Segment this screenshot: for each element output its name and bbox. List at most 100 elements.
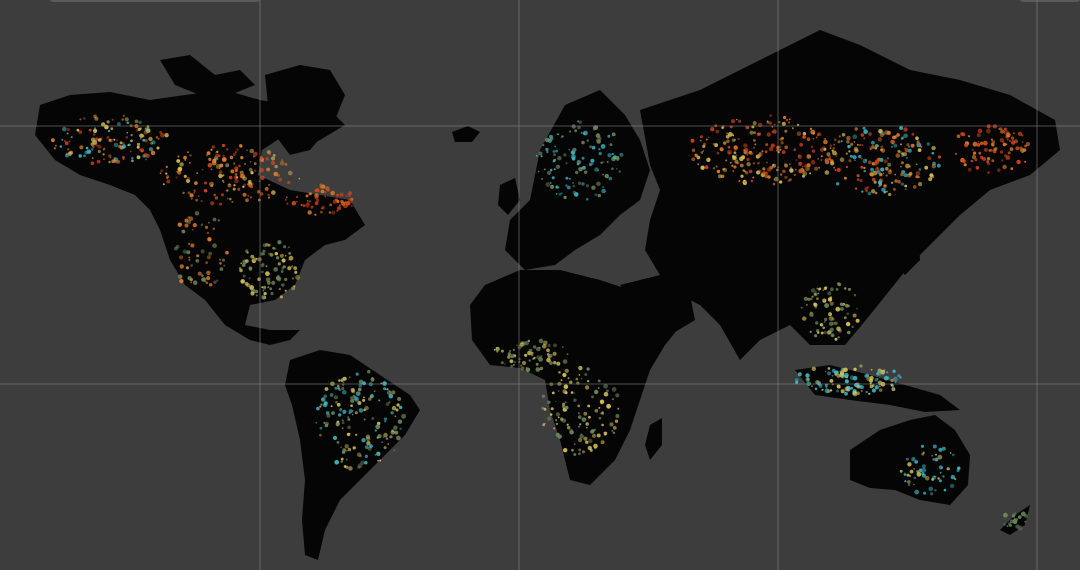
- forest-change-pixel: [535, 362, 539, 366]
- forest-change-pixel: [609, 143, 613, 147]
- forest-change-pixel: [892, 369, 896, 373]
- forest-change-pixel: [554, 145, 556, 148]
- forest-change-pixel: [267, 193, 271, 197]
- forest-change-pixel: [834, 337, 838, 341]
- forest-change-pixel: [384, 420, 387, 423]
- forest-change-pixel: [215, 151, 217, 154]
- forest-change-pixel: [255, 258, 258, 260]
- forest-change-pixel: [817, 157, 820, 160]
- forest-change-pixel: [586, 427, 588, 429]
- forest-change-pixel: [868, 392, 871, 395]
- forest-change-pixel: [904, 148, 907, 150]
- forest-change-pixel: [721, 126, 724, 130]
- forest-change-pixel: [733, 151, 737, 155]
- forest-change-pixel: [853, 141, 856, 143]
- forest-change-pixel: [571, 448, 574, 452]
- forest-change-pixel: [924, 475, 930, 481]
- forest-change-pixel: [222, 154, 225, 158]
- forest-change-pixel: [934, 457, 939, 462]
- forest-change-pixel: [851, 325, 854, 329]
- forest-change-pixel: [1015, 524, 1020, 529]
- forest-change-pixel: [740, 174, 744, 178]
- forest-change-pixel: [897, 374, 901, 378]
- forest-change-pixel: [587, 423, 590, 426]
- forest-change-pixel: [886, 371, 889, 374]
- forest-change-pixel: [331, 411, 335, 415]
- forest-change-pixel: [264, 187, 269, 191]
- forest-change-pixel: [787, 179, 791, 183]
- forest-change-pixel: [596, 433, 601, 438]
- forest-change-pixel: [1011, 140, 1016, 145]
- forest-change-pixel: [206, 151, 211, 156]
- forest-change-pixel: [877, 137, 882, 142]
- forest-change-pixel: [200, 249, 205, 254]
- forest-change-pixel: [829, 301, 834, 306]
- forest-change-pixel: [746, 152, 749, 154]
- forest-change-pixel: [589, 145, 593, 149]
- forest-change-pixel: [876, 371, 882, 376]
- forest-change-pixel: [593, 443, 598, 449]
- forest-change-pixel: [817, 287, 821, 291]
- forest-change-pixel: [570, 391, 574, 394]
- forest-change-pixel: [597, 169, 600, 172]
- forest-change-pixel: [159, 172, 162, 174]
- forest-change-pixel: [956, 134, 961, 138]
- forest-change-pixel: [707, 136, 710, 139]
- forest-change-pixel: [865, 390, 868, 394]
- forest-change-pixel: [341, 450, 346, 454]
- forest-change-pixel: [249, 285, 255, 290]
- forest-change-pixel: [727, 145, 731, 149]
- forest-change-pixel: [193, 192, 196, 194]
- forest-change-pixel: [978, 151, 982, 155]
- forest-change-pixel: [732, 155, 737, 161]
- forest-change-pixel: [977, 128, 983, 134]
- forest-change-pixel: [856, 178, 860, 181]
- forest-change-pixel: [780, 141, 784, 145]
- forest-change-pixel: [119, 145, 124, 150]
- arctic-islands-landmass: [160, 55, 255, 95]
- forest-change-pixel: [390, 430, 395, 435]
- forest-change-pixel: [107, 129, 111, 133]
- forest-change-pixel: [737, 119, 742, 124]
- forest-change-pixel: [861, 157, 863, 160]
- forest-change-pixel: [254, 169, 257, 173]
- forest-change-pixel: [218, 170, 223, 174]
- forest-change-pixel: [538, 151, 543, 156]
- forest-change-pixel: [607, 134, 611, 138]
- forest-change-pixel: [881, 131, 886, 136]
- forest-change-pixel: [1022, 148, 1027, 152]
- forest-change-pixel: [811, 149, 816, 153]
- forest-change-pixel: [1002, 140, 1005, 144]
- forest-change-pixel: [305, 203, 310, 208]
- forest-change-pixel: [277, 262, 281, 266]
- forest-change-pixel: [530, 353, 534, 357]
- forest-change-pixel: [91, 157, 94, 160]
- forest-change-pixel: [588, 415, 591, 419]
- forest-change-pixel: [314, 195, 319, 200]
- forest-change-pixel: [595, 133, 601, 138]
- forest-change-pixel: [880, 145, 884, 149]
- forest-change-pixel: [618, 170, 621, 173]
- map-viewport[interactable]: [0, 0, 1080, 570]
- forest-change-pixel: [852, 390, 858, 395]
- forest-change-pixel: [811, 288, 816, 293]
- forest-change-pixel: [282, 265, 286, 269]
- forest-change-pixel: [376, 452, 381, 457]
- forest-change-pixel: [890, 145, 894, 149]
- forest-change-pixel: [716, 151, 720, 155]
- forest-change-pixel: [1015, 146, 1020, 150]
- forest-change-pixel: [183, 174, 187, 178]
- forest-change-pixel: [373, 390, 376, 393]
- forest-change-pixel: [936, 163, 941, 168]
- forest-change-pixel: [757, 169, 762, 174]
- forest-change-pixel: [547, 343, 551, 348]
- forest-change-pixel: [219, 202, 223, 206]
- forest-change-pixel: [879, 385, 881, 388]
- forest-change-pixel: [125, 136, 129, 139]
- forest-change-pixel: [800, 306, 803, 309]
- forest-change-pixel: [878, 388, 883, 392]
- forest-change-pixel: [823, 317, 828, 322]
- forest-change-pixel: [119, 141, 123, 145]
- forest-change-pixel: [591, 162, 594, 166]
- forest-change-pixel: [250, 171, 254, 175]
